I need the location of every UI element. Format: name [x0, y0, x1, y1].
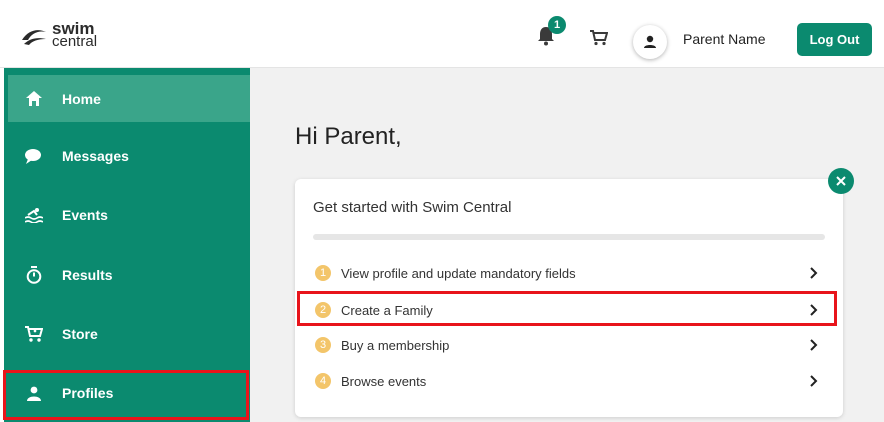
person-icon — [644, 35, 656, 48]
cart-icon — [25, 325, 43, 343]
step-number: 3 — [315, 337, 331, 353]
step-label: View profile and update mandatory fields — [341, 265, 576, 281]
sidebar-item-label: Events — [62, 207, 108, 223]
logo-swirl-icon — [22, 29, 46, 45]
page-title: Hi Parent, — [295, 123, 402, 150]
home-icon — [25, 90, 43, 108]
logo-text-central: central — [52, 33, 98, 51]
logout-button[interactable]: Log Out — [797, 23, 872, 56]
stopwatch-icon — [25, 266, 43, 284]
sidebar-item-label: Messages — [62, 148, 129, 164]
chat-icon — [25, 147, 43, 165]
sidebar-item-home[interactable]: Home — [8, 75, 250, 122]
user-name[interactable]: Parent Name — [683, 31, 765, 47]
close-icon — [836, 176, 846, 186]
step-label: Buy a membership — [341, 337, 450, 353]
swim-central-logo[interactable]: swim central — [20, 20, 98, 51]
cart-icon[interactable] — [590, 30, 608, 46]
chevron-right-icon — [810, 339, 818, 351]
sidebar-item-events[interactable]: Events — [4, 190, 250, 240]
chevron-right-icon — [810, 267, 818, 279]
sidebar-item-label: Home — [62, 90, 101, 107]
top-bar: swim central 1 Parent Name Log Out — [0, 0, 884, 68]
notification-badge: 1 — [548, 16, 566, 34]
highlight-profiles — [3, 370, 249, 420]
sidebar-item-label: Store — [62, 326, 98, 342]
sidebar: Home Messages Events Results Store Profi… — [4, 68, 250, 422]
step-browse-events[interactable]: 4 Browse events — [295, 366, 843, 396]
step-view-profile[interactable]: 1 View profile and update mandatory fiel… — [295, 258, 843, 288]
close-card-button[interactable] — [828, 168, 854, 194]
chevron-right-icon — [810, 375, 818, 387]
highlight-create-family — [297, 291, 837, 326]
step-label: Browse events — [341, 373, 427, 389]
sidebar-item-messages[interactable]: Messages — [4, 131, 250, 181]
swim-icon — [25, 206, 43, 224]
step-buy-membership[interactable]: 3 Buy a membership — [295, 330, 843, 360]
sidebar-item-label: Results — [62, 267, 113, 283]
card-title: Get started with Swim Central — [313, 199, 512, 216]
avatar[interactable] — [633, 25, 667, 59]
sidebar-item-results[interactable]: Results — [4, 250, 250, 300]
progress-bar — [313, 234, 825, 240]
step-number: 4 — [315, 373, 331, 389]
step-number: 1 — [315, 265, 331, 281]
sidebar-item-store[interactable]: Store — [4, 309, 250, 359]
